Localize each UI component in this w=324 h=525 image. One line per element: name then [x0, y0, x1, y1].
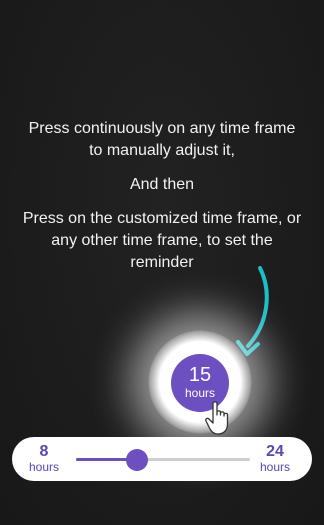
curved-arrow-icon [236, 266, 269, 356]
hand-pointer-icon [205, 401, 229, 435]
slider-thumb[interactable] [125, 449, 148, 471]
slider-max-value: 24 [266, 443, 284, 460]
tutorial-line-1: Press continuously on any time frame to … [28, 120, 296, 159]
time-frame-unit: hours [184, 386, 216, 400]
hours-slider-card: 8 hours 24 hours [12, 437, 312, 481]
tutorial-line-2: And then [129, 176, 195, 193]
slider-min-value: 8 [39, 443, 49, 460]
slider-max-label: 24 hours [255, 443, 295, 474]
tutorial-text: Press continuously on any time frame to … [22, 118, 302, 286]
slider-max-unit: hours [259, 460, 291, 474]
slider-min-label: 8 hours [26, 443, 62, 474]
time-frame-value: 15 [188, 364, 212, 386]
slider-track[interactable] [76, 458, 250, 461]
slider-min-unit: hours [28, 460, 60, 474]
